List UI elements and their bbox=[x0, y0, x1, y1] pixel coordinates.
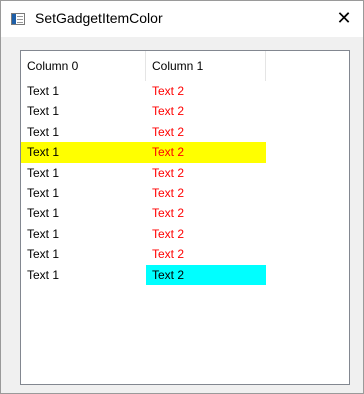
table-cell-column-0: Text 1 bbox=[27, 185, 60, 200]
table-cell-column-1: Text 2 bbox=[152, 104, 185, 119]
table-cell-column-1: Text 2 bbox=[146, 142, 266, 163]
table-cell-column-0: Text 1 bbox=[21, 142, 146, 163]
column-header-0[interactable]: Column 0 bbox=[21, 51, 146, 81]
table-cell-column-1: Text 2 bbox=[152, 165, 185, 180]
table-row[interactable]: Text 1 Text 2 bbox=[21, 81, 349, 101]
table-cell-column-1: Text 2 bbox=[152, 226, 185, 241]
window-title: SetGadgetItemColor bbox=[35, 10, 163, 26]
table-row[interactable]: Text 1 Text 2 bbox=[21, 244, 349, 264]
table-row[interactable]: Text 1 Text 2 bbox=[21, 224, 349, 244]
table-cell-column-1: Text 2 bbox=[152, 247, 185, 262]
table-row[interactable]: Text 1 Text 2 bbox=[21, 122, 349, 142]
table-cell-column-0: Text 1 bbox=[27, 226, 60, 241]
close-button[interactable]: ✕ bbox=[327, 1, 361, 35]
table-cell-column-1: Text 2 bbox=[146, 264, 266, 285]
list-icon-gadget[interactable]: Column 0 Column 1 Text 1 Text 2 Text 1 Text… bbox=[20, 50, 350, 385]
table-cell-column-0: Text 1 bbox=[27, 84, 60, 98]
table-row[interactable]: Text 1 Text 2 bbox=[21, 101, 349, 121]
table-cell-column-0: Text 1 bbox=[27, 267, 60, 282]
table-cell-column-0: Text 1 bbox=[27, 206, 60, 221]
table-cell-column-1: Text 2 bbox=[152, 206, 185, 221]
table-cell-column-0: Text 1 bbox=[27, 104, 60, 119]
app-window: SetGadgetItemColor ✕ Column 0 Column 1 T… bbox=[0, 0, 364, 394]
table-row[interactable]: Text 1 Text 2 bbox=[21, 183, 349, 203]
column-header-1[interactable]: Column 1 bbox=[146, 51, 266, 81]
table-row[interactable]: Text 1 Text 2 bbox=[21, 142, 349, 163]
title-bar[interactable]: SetGadgetItemColor ✕ bbox=[1, 1, 363, 37]
table-row[interactable]: Text 1 Text 2 bbox=[21, 264, 349, 285]
table-cell-column-0: Text 1 bbox=[27, 165, 60, 180]
table-row[interactable]: Text 1 Text 2 bbox=[21, 163, 349, 183]
table-cell-column-1: Text 2 bbox=[152, 185, 185, 200]
table-cell-column-0: Text 1 bbox=[27, 124, 60, 139]
list-header: Column 0 Column 1 bbox=[21, 51, 349, 81]
app-window-icon[interactable] bbox=[11, 13, 25, 25]
list-rows: Text 1 Text 2 Text 1 Text 2 Text 1 Text 2 Text… bbox=[21, 81, 349, 285]
close-icon: ✕ bbox=[336, 8, 352, 28]
table-cell-column-1: Text 2 bbox=[152, 124, 185, 139]
table-row[interactable]: Text 1 Text 2 bbox=[21, 203, 349, 223]
table-cell-column-1: Text 2 bbox=[152, 84, 185, 98]
table-cell-column-0: Text 1 bbox=[27, 247, 60, 262]
